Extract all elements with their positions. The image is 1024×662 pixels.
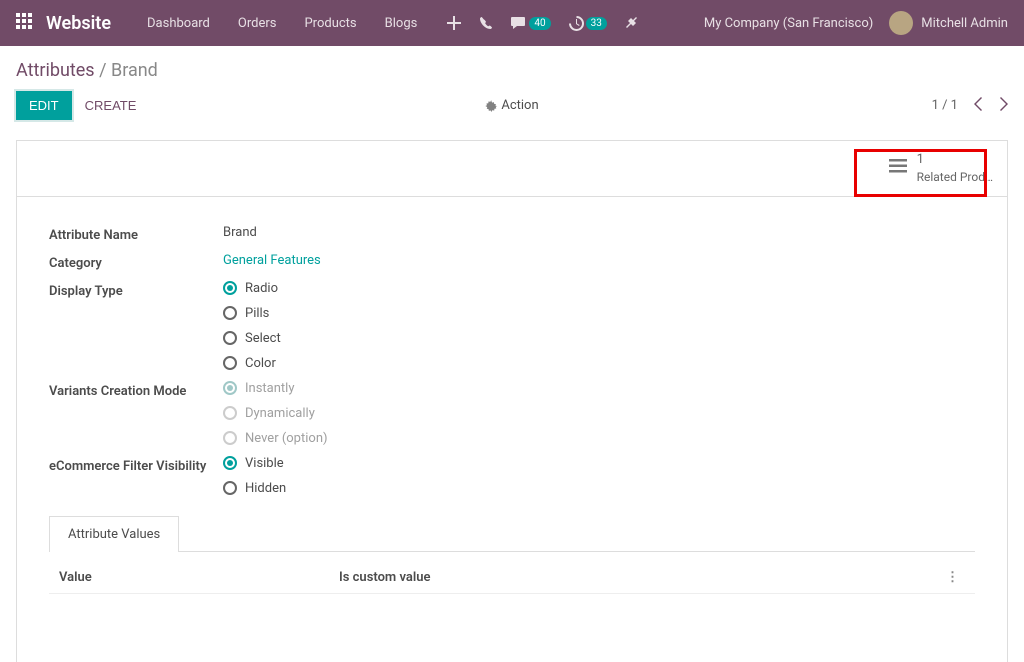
tab-content: Value Is custom value ⋮ [49,552,975,594]
radio-icon [223,281,237,295]
form-body: Attribute Name Brand Category General Fe… [17,197,1007,622]
nav-products[interactable]: Products [292,10,368,37]
customize-icon[interactable] [625,16,639,30]
variants-never: Never (option) [223,431,975,446]
breadcrumb-current: Brand [111,60,158,81]
radio-icon [223,306,237,320]
col-menu-icon[interactable]: ⋮ [940,570,965,585]
top-nav: Website Dashboard Orders Products Blogs … [0,0,1024,46]
table-header: Value Is custom value ⋮ [49,562,975,594]
tab-attribute-values[interactable]: Attribute Values [49,516,179,552]
variants-instantly: Instantly [223,381,975,396]
breadcrumb-sep: / [99,60,106,81]
messages-badge: 40 [529,17,550,30]
attr-name-label: Attribute Name [49,225,223,243]
new-content-icon[interactable] [447,16,461,30]
variants-label: Variants Creation Mode [49,381,223,399]
nav-blogs[interactable]: Blogs [373,10,430,37]
display-type-radio[interactable]: Radio [223,281,975,296]
stat-label: Related Prod… [917,169,993,186]
filter-group: Visible Hidden [223,456,975,496]
radio-icon [223,406,237,420]
stat-value: 1 [917,151,993,169]
action-dropdown[interactable]: Action [485,98,538,113]
category-label: Category [49,253,223,271]
display-type-color[interactable]: Color [223,356,975,371]
pager: 1 / 1 [932,96,1008,115]
messages-icon[interactable]: 40 [511,16,550,30]
edit-button[interactable]: EDIT [16,91,72,120]
display-type-label: Display Type [49,281,223,299]
company-selector[interactable]: My Company (San Francisco) [704,16,873,31]
create-button[interactable]: CREATE [72,91,150,120]
form-card: 1 Related Prod… Attribute Name Brand Cat… [16,140,1008,662]
filter-hidden[interactable]: Hidden [223,481,975,496]
attr-name-value: Brand [223,225,975,240]
nav-items: Dashboard Orders Products Blogs [135,10,429,37]
filter-label: eCommerce Filter Visibility [49,456,223,474]
avatar [889,11,913,35]
display-type-select[interactable]: Select [223,331,975,346]
display-type-pills[interactable]: Pills [223,306,975,321]
control-bar: EDIT CREATE Action 1 / 1 [0,91,1024,132]
bars-icon [889,159,907,177]
nav-right: My Company (San Francisco) Mitchell Admi… [704,11,1008,35]
radio-icon [223,481,237,495]
display-type-group: Radio Pills Select Color [223,281,975,371]
nav-icons: 40 33 [447,16,639,31]
user-menu[interactable]: Mitchell Admin [889,11,1008,35]
radio-icon [223,431,237,445]
apps-grid-icon[interactable] [16,13,32,33]
col-custom[interactable]: Is custom value [339,570,940,585]
activities-icon[interactable]: 33 [569,16,607,31]
filter-visible[interactable]: Visible [223,456,975,471]
variants-dynamically: Dynamically [223,406,975,421]
pager-next[interactable] [999,96,1008,115]
action-label: Action [501,98,538,113]
phone-icon[interactable] [479,16,493,30]
pager-prev[interactable] [974,96,983,115]
gear-icon [485,100,497,112]
radio-icon [223,331,237,345]
breadcrumb: Attributes / Brand [16,60,158,81]
related-products-button[interactable]: 1 Related Prod… [875,141,1007,196]
content-area[interactable]: 1 Related Prod… Attribute Name Brand Cat… [0,132,1024,662]
nav-dashboard[interactable]: Dashboard [135,10,222,37]
username: Mitchell Admin [921,16,1008,31]
nav-orders[interactable]: Orders [226,10,289,37]
breadcrumb-bar: Attributes / Brand [0,46,1024,91]
radio-icon [223,456,237,470]
category-value[interactable]: General Features [223,253,975,268]
radio-icon [223,381,237,395]
pager-text: 1 / 1 [932,98,958,113]
app-brand[interactable]: Website [46,13,111,34]
radio-icon [223,356,237,370]
variants-group: Instantly Dynamically Never (option) [223,381,975,446]
breadcrumb-parent[interactable]: Attributes [16,60,95,81]
tabs: Attribute Values [49,516,975,552]
button-box: 1 Related Prod… [17,141,1007,197]
activities-badge: 33 [586,17,607,30]
col-value[interactable]: Value [59,570,339,585]
